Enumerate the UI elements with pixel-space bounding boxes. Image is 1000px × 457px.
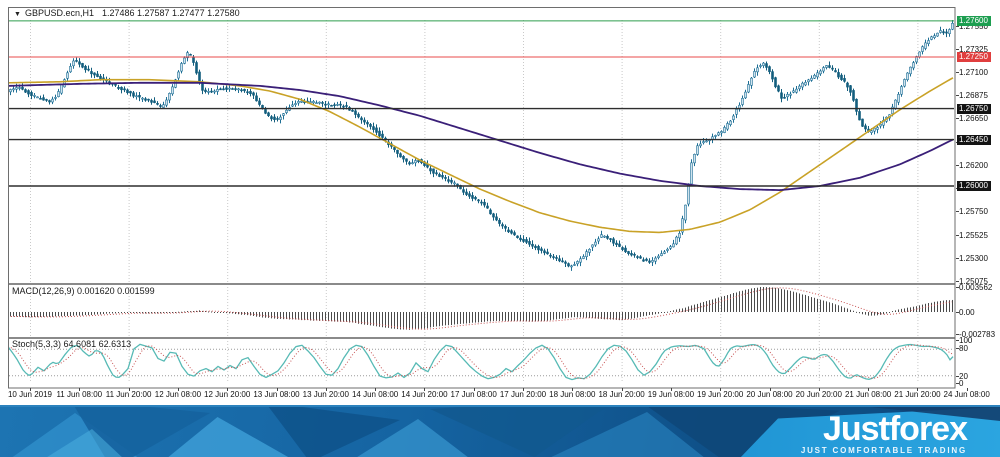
stoch-scale-label: 0 (959, 379, 964, 388)
chart-titlebar: ▼ GBPUSD.ecn,H1 1.27486 1.27587 1.27477 1.… (14, 8, 240, 18)
time-tick-label: 24 Jun 08:00 (943, 390, 990, 399)
chart-window: ▼ GBPUSD.ecn,H1 1.27486 1.27587 1.27477 1.… (0, 0, 1000, 405)
price-level-badge: 1.27250 (957, 52, 991, 62)
macd-scale-label: 0.00 (959, 308, 975, 317)
stoch-scale-label: 80 (959, 344, 968, 353)
stoch-values: 64.6081 62.6313 (63, 339, 132, 349)
price-tick-label: 1.25300 (959, 253, 988, 263)
trading-chart-page: ▼ GBPUSD.ecn,H1 1.27486 1.27587 1.27477 1.… (0, 0, 1000, 457)
price-tick-label: 1.26650 (959, 114, 988, 124)
price-tick-label: 1.25750 (959, 207, 988, 217)
price-level-badge: 1.26750 (957, 103, 991, 114)
macd-scale-label: 0.003562 (959, 283, 993, 292)
macd-indicator-label: MACD(12,26,9) 0.001620 0.001599 (12, 286, 155, 296)
price-tick-label: 1.27100 (959, 67, 988, 77)
justforex-wordmark: Justforex (822, 410, 968, 448)
stoch-indicator-label: Stoch(5,3,3) 64.6081 62.6313 (12, 339, 131, 349)
symbol-period-label: GBPUSD.ecn,H1 (24, 8, 94, 18)
justforex-tagline: JUST COMFORTABLE TRADING (800, 446, 967, 455)
macd-name: MACD(12,26,9) (12, 286, 75, 296)
macd-values: 0.001620 0.001599 (77, 286, 155, 296)
price-tick-label: 1.26200 (959, 160, 988, 170)
price-chart-canvas[interactable] (8, 7, 956, 389)
price-level-badge: 1.26000 (957, 181, 991, 191)
symbol-dropdown-icon[interactable]: ▼ (14, 11, 21, 18)
stoch-name: Stoch(5,3,3) (12, 339, 62, 349)
brand-footer: Justforex JUST COMFORTABLE TRADING (0, 405, 1000, 457)
ohlc-readout: 1.27486 1.27587 1.27477 1.27580 (101, 8, 240, 18)
price-tick-label: 1.25525 (959, 230, 988, 240)
justforex-logo[interactable]: Justforex JUST COMFORTABLE TRADING (800, 410, 968, 455)
price-tick-label: 1.26875 (959, 91, 988, 101)
price-level-badge: 1.27600 (957, 15, 991, 26)
price-level-badge: 1.26450 (957, 134, 991, 145)
